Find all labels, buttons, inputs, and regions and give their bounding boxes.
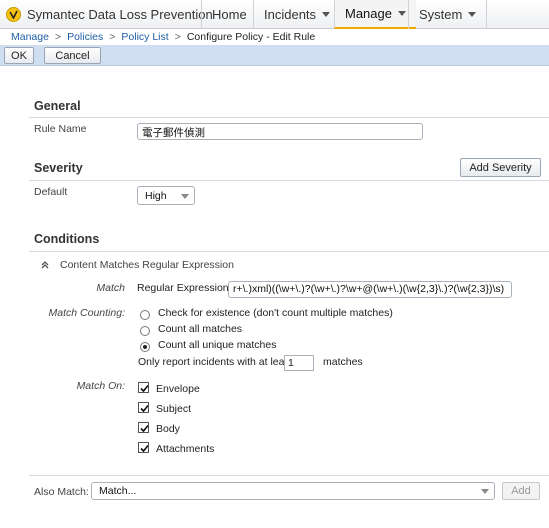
divider: [29, 251, 549, 252]
divider: [29, 475, 549, 476]
regex-label: Regular Expression:: [137, 282, 232, 294]
breadcrumb-manage[interactable]: Manage: [11, 31, 49, 43]
checkbox-subject[interactable]: [138, 402, 149, 413]
radio-check-existence[interactable]: [140, 310, 150, 320]
nav-manage-label: Manage: [345, 6, 392, 21]
checkbox-envelope[interactable]: [138, 382, 149, 393]
chevron-down-icon: [322, 12, 331, 17]
condition-name: Content Matches Regular Expression: [60, 259, 234, 271]
nav-incidents-label: Incidents: [264, 7, 317, 22]
checkmark-icon: [140, 424, 149, 433]
checkbox-attachments[interactable]: [138, 442, 149, 453]
condition-header[interactable]: Content Matches Regular Expression: [40, 259, 234, 271]
action-bar: OK Cancel: [0, 45, 549, 66]
rule-name-label: Rule Name: [34, 123, 87, 135]
breadcrumb-separator: >: [54, 31, 62, 43]
top-nav-bar: Symantec Data Loss Prevention Home Incid…: [0, 0, 549, 29]
default-severity-value: High: [145, 189, 167, 202]
severity-heading: Severity: [34, 161, 83, 175]
nav-home-label: Home: [212, 7, 247, 22]
checkmark-icon: [140, 444, 149, 453]
report-threshold-suffix: matches: [323, 356, 363, 368]
chevron-down-icon: [481, 489, 489, 494]
match-on-label: Match On:: [76, 380, 125, 392]
cancel-button[interactable]: Cancel: [44, 47, 101, 64]
add-severity-button[interactable]: Add Severity: [460, 158, 541, 177]
breadcrumb-current: Configure Policy - Edit Rule: [186, 31, 316, 43]
breadcrumb-policies[interactable]: Policies: [67, 31, 103, 43]
option-count-all: Count all matches: [158, 323, 243, 335]
nav-system-label: System: [419, 7, 463, 22]
ok-button[interactable]: OK: [4, 47, 34, 64]
match-label: Match: [96, 282, 125, 294]
rule-name-input[interactable]: 電子郵件偵測: [137, 123, 423, 140]
match-counting-label: Match Counting:: [48, 307, 125, 319]
checkbox-body[interactable]: [138, 422, 149, 433]
nav-manage[interactable]: Manage: [334, 0, 416, 29]
match-on-envelope: Envelope: [156, 383, 200, 395]
divider: [29, 117, 549, 118]
checkmark-icon: [140, 404, 149, 413]
general-heading: General: [34, 99, 81, 113]
option-count-unique: Count all unique matches: [158, 339, 277, 351]
also-match-value: Match...: [99, 485, 137, 497]
divider: [29, 180, 549, 181]
breadcrumb: Manage > Policies > Policy List > Config…: [0, 29, 549, 45]
breadcrumb-policy-list[interactable]: Policy List: [121, 31, 168, 43]
radio-count-unique[interactable]: [140, 342, 150, 352]
symantec-logo-icon: [6, 7, 21, 22]
match-on-body: Body: [156, 423, 180, 435]
default-severity-select[interactable]: High: [137, 186, 195, 205]
app-title: Symantec Data Loss Prevention: [27, 7, 213, 22]
nav-incidents[interactable]: Incidents: [253, 0, 340, 29]
nav-system[interactable]: System: [408, 0, 488, 29]
breadcrumb-separator: >: [109, 31, 116, 43]
regex-input[interactable]: r+\.)xml)((\w+\.)?(\w+\.)?\w+@(\w+\.)(\w…: [228, 281, 512, 298]
radio-count-all[interactable]: [140, 326, 150, 336]
option-check-existence: Check for existence (don't count multipl…: [158, 307, 393, 319]
report-threshold-input[interactable]: 1: [284, 355, 314, 371]
report-threshold-prefix: Only report incidents with at least: [138, 356, 293, 368]
add-condition-button[interactable]: Add: [502, 482, 540, 500]
conditions-heading: Conditions: [34, 232, 100, 246]
also-match-select[interactable]: Match...: [91, 482, 495, 500]
default-severity-label: Default: [34, 186, 68, 198]
brand[interactable]: Symantec Data Loss Prevention: [0, 0, 213, 29]
chevron-down-icon: [468, 12, 477, 17]
breadcrumb-separator: >: [174, 31, 181, 43]
collapse-chevron-icon[interactable]: [40, 260, 50, 270]
chevron-down-icon: [181, 193, 189, 199]
also-match-label: Also Match:: [34, 486, 89, 498]
match-on-attachments: Attachments: [156, 443, 215, 455]
nav-home[interactable]: Home: [201, 0, 257, 29]
match-on-subject: Subject: [156, 403, 192, 415]
checkmark-icon: [140, 384, 149, 393]
chevron-down-icon: [397, 11, 406, 16]
